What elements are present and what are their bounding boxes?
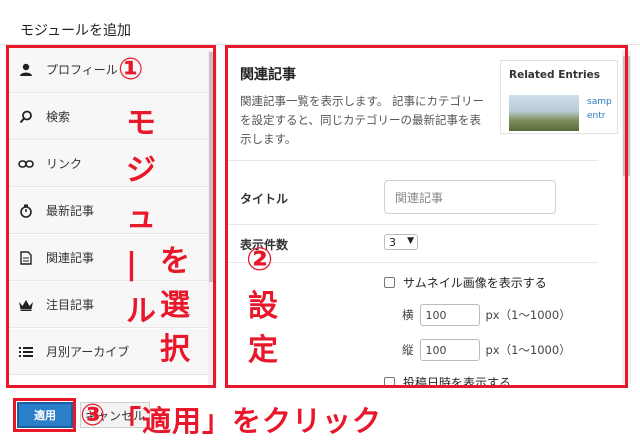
annotation-step2-text: 設定 (248, 289, 278, 368)
annotation-step1-text-b: を選択 (160, 244, 190, 367)
annotation-step3-number: ③ (80, 398, 106, 433)
dialog-title: モジュールを追加 (20, 23, 132, 39)
annotation-step1-number: ① (118, 52, 144, 87)
annotation-step3-text: 「適用」をクリック (112, 404, 383, 438)
annotation-step1-text-a: モジュ | ル (126, 106, 156, 329)
annotation-box-settings (225, 45, 628, 388)
annotation-box-apply (13, 398, 76, 432)
annotation-step2-number: ② (246, 240, 274, 278)
